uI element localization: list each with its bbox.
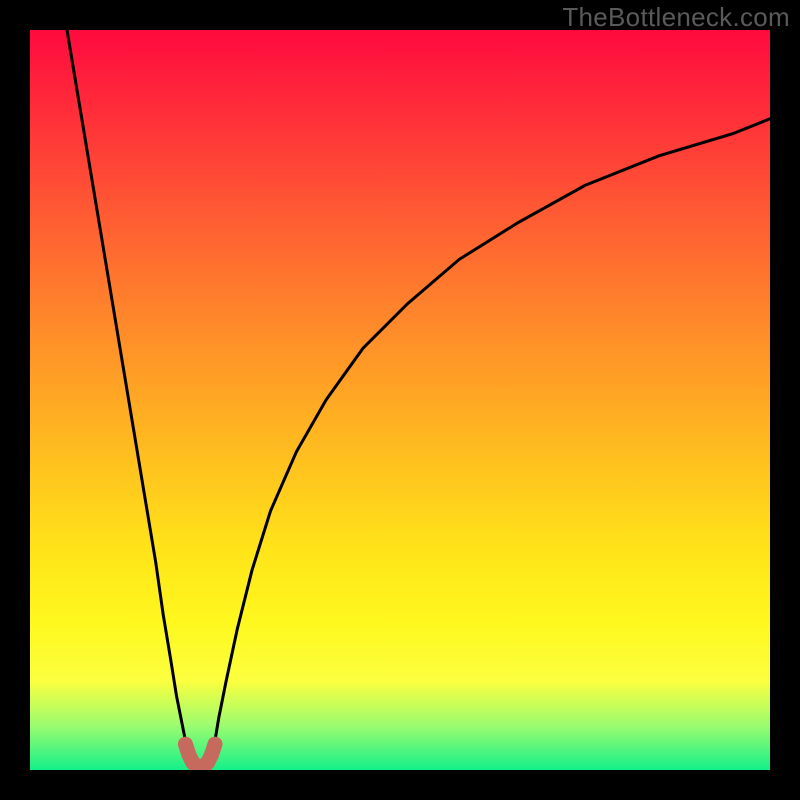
chart-frame: TheBottleneck.com — [0, 0, 800, 800]
valley-marker — [185, 744, 215, 766]
plot-area — [30, 30, 770, 770]
watermark-text: TheBottleneck.com — [562, 2, 790, 33]
curve-right-branch — [211, 119, 770, 755]
curve-left-branch — [67, 30, 189, 755]
plot-svg — [30, 30, 770, 770]
